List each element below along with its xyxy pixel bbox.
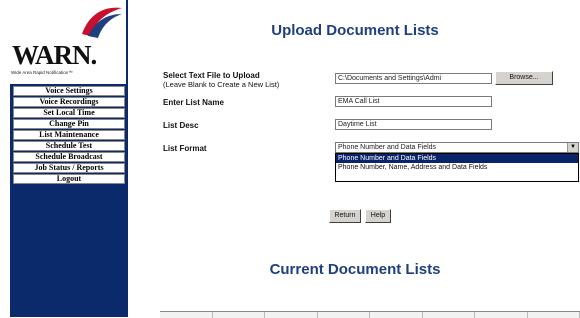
- select-file-label-text: Select Text File to Upload: [163, 71, 260, 80]
- return-button[interactable]: Return: [329, 209, 361, 223]
- menu-item-job-status-reports[interactable]: Job Status / Reports: [13, 163, 125, 173]
- logo-text: WARN.: [12, 40, 97, 70]
- menu-item-set-local-time[interactable]: Set Local Time: [13, 108, 125, 118]
- list-format-dropdown: Phone Number and Data Fields Phone Numbe…: [335, 153, 579, 182]
- list-format-value: Phone Number and Data Fields: [338, 144, 437, 151]
- logo-tagline: Wide Area Rapid Notification™: [11, 70, 73, 75]
- menu-item-list-maintenance[interactable]: List Maintenance: [13, 130, 125, 140]
- list-format-option[interactable]: Phone Number and Data Fields: [336, 154, 578, 163]
- select-file-sublabel: (Leave Blank to Create a New List): [163, 80, 280, 89]
- menu-item-logout[interactable]: Logout: [13, 174, 125, 184]
- menu-item-voice-settings[interactable]: Voice Settings: [13, 86, 125, 96]
- list-format-select[interactable]: Phone Number and Data Fields ▼: [335, 142, 579, 153]
- list-format-option[interactable]: Phone Number, Name, Address and Data Fie…: [336, 163, 578, 172]
- main-content: Upload Document Lists Select Text File t…: [130, 0, 580, 318]
- logo: WARN. Wide Area Rapid Notification™: [10, 0, 128, 84]
- current-lists-title: Current Document Lists: [269, 261, 441, 278]
- list-desc-input[interactable]: Daytime List: [335, 119, 492, 130]
- sidebar-menu: Voice Settings Voice Recordings Set Loca…: [13, 86, 125, 185]
- list-name-input[interactable]: EMA Call List: [335, 96, 492, 107]
- sidebar: WARN. Wide Area Rapid Notification™ Voic…: [10, 0, 128, 317]
- menu-item-schedule-test[interactable]: Schedule Test: [13, 141, 125, 151]
- menu-item-voice-recordings[interactable]: Voice Recordings: [13, 97, 125, 107]
- browse-button[interactable]: Browse...: [495, 71, 553, 85]
- warn-swoosh-icon: [82, 7, 122, 38]
- list-desc-label: List Desc: [163, 121, 199, 130]
- menu-item-change-pin[interactable]: Change Pin: [13, 119, 125, 129]
- list-name-label: Enter List Name: [163, 98, 224, 107]
- list-format-label: List Format: [163, 144, 207, 153]
- select-file-label: Select Text File to Upload (Leave Blank …: [163, 71, 279, 89]
- file-path-input[interactable]: C:\Documents and Settings\Admi: [335, 73, 492, 84]
- chevron-down-icon[interactable]: ▼: [567, 143, 578, 152]
- menu-item-schedule-broadcast[interactable]: Schedule Broadcast: [13, 152, 125, 162]
- upload-title: Upload Document Lists: [271, 22, 439, 39]
- help-button[interactable]: Help: [365, 209, 391, 223]
